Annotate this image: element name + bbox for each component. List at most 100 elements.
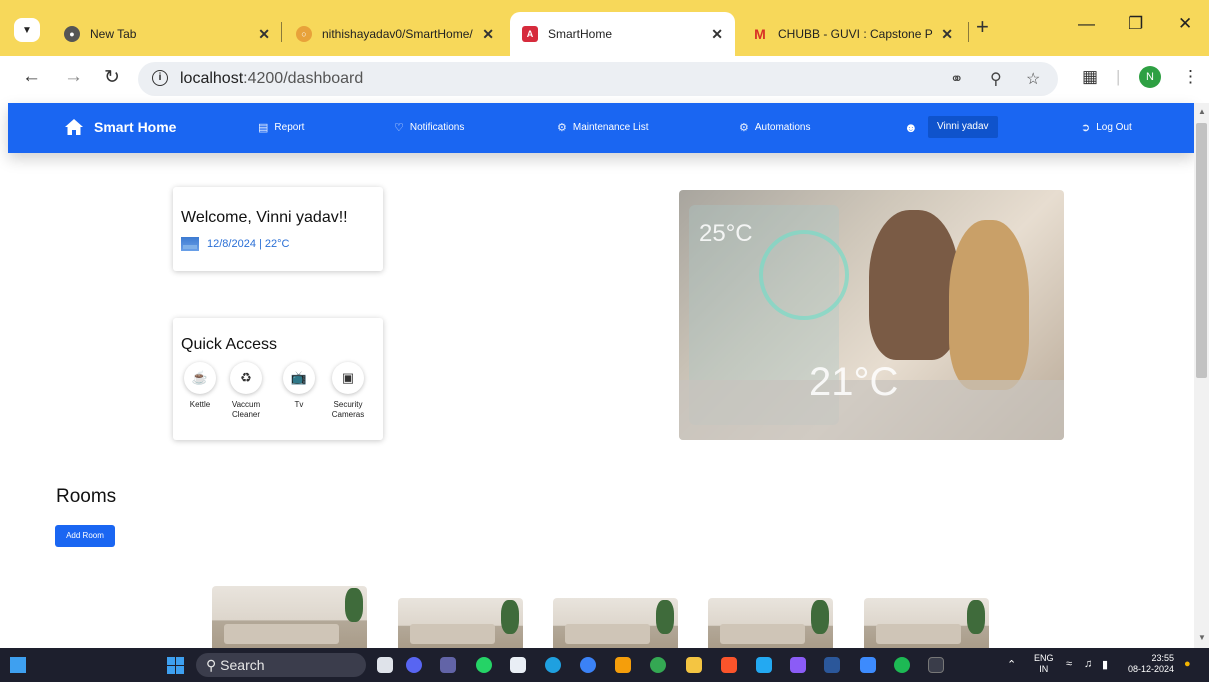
back-icon[interactable]: ← (22, 66, 41, 88)
tab-separator (281, 22, 282, 42)
logout-icon: ➲ (1081, 122, 1091, 134)
nav-maintenance[interactable]: ⚙ Maintenance List (557, 121, 648, 134)
tab-search-button[interactable]: ▼ (14, 18, 40, 42)
room-card[interactable] (398, 598, 523, 648)
quick-access-kettle[interactable]: ☕ Kettle (175, 362, 225, 410)
kettle-icon[interactable]: ☕ (184, 362, 216, 394)
chevron-down-icon: ▼ (22, 24, 32, 36)
nav-report[interactable]: ▤ Report (258, 121, 304, 134)
vscode-icon[interactable] (756, 657, 772, 673)
photos-icon[interactable] (860, 657, 876, 673)
nav-notifications-label: Notifications (409, 122, 465, 133)
colorful-app-icon[interactable] (615, 657, 631, 673)
windows-start-icon[interactable] (167, 657, 184, 674)
copilot-icon[interactable] (580, 657, 596, 673)
tab-new-tab[interactable]: ● New Tab ✕ (52, 12, 282, 56)
brave-icon[interactable] (721, 657, 737, 673)
close-tab-icon[interactable]: ✕ (258, 26, 270, 43)
quick-access-tv[interactable]: 📺 Tv (274, 362, 324, 410)
quick-access-cameras[interactable]: ▣ Security Cameras (323, 362, 373, 420)
wifi-icon[interactable]: ≈ (1066, 658, 1072, 670)
visual-studio-icon[interactable] (790, 657, 806, 673)
file-explorer-icon[interactable] (686, 657, 702, 673)
browser-tab-strip: ▼ ● New Tab ✕ ○ nithishayadav0/SmartHome… (0, 0, 1209, 56)
tv-icon[interactable]: 📺 (283, 362, 315, 394)
plant-image (501, 600, 519, 634)
discord-icon[interactable] (406, 657, 422, 673)
quick-access-card: Quick Access ☕ Kettle ♻ Vaccum Cleaner 📺… (173, 318, 383, 440)
nav-notifications[interactable]: ♡ Notifications (394, 121, 464, 134)
terminal-icon[interactable] (928, 657, 944, 673)
address-bar[interactable]: i localhost:4200/dashboard ⚭ ⚲ ☆ (138, 62, 1058, 96)
plant-image (811, 600, 829, 634)
password-key-icon[interactable]: ⚭ (950, 69, 963, 89)
language-indicator[interactable]: ENG IN (1034, 653, 1054, 675)
widgets-icon[interactable] (10, 657, 26, 673)
spotify-icon[interactable] (894, 657, 910, 673)
chrome-icon[interactable] (650, 657, 666, 673)
room-card[interactable] (553, 598, 678, 648)
close-window-icon[interactable]: ✕ (1178, 14, 1192, 34)
chrome-icon: ● (64, 26, 80, 42)
close-tab-icon[interactable]: ✕ (711, 26, 723, 43)
word-icon[interactable] (824, 657, 840, 673)
battery-icon[interactable]: ▮ (1102, 658, 1108, 671)
clock[interactable]: 23:55 08-12-2024 (1128, 653, 1174, 675)
tab-github[interactable]: ○ nithishayadav0/SmartHome/ ✕ (284, 12, 506, 56)
wrench-icon: ⚙ (557, 122, 567, 134)
reload-icon[interactable]: ↻ (104, 66, 120, 89)
page-scrollbar[interactable]: ▲ ▼ (1194, 103, 1209, 648)
close-tab-icon[interactable]: ✕ (482, 26, 494, 43)
scroll-thumb[interactable] (1196, 123, 1207, 378)
edge-icon[interactable] (545, 657, 561, 673)
hero-thermostat-dial (759, 230, 849, 320)
new-tab-button[interactable]: + (976, 14, 989, 40)
bell-icon: ♡ (394, 122, 404, 134)
room-card[interactable] (212, 586, 367, 648)
volume-icon[interactable]: ♫ (1084, 658, 1092, 670)
url-text[interactable]: localhost:4200/dashboard (180, 70, 363, 88)
nav-automations[interactable]: ⚙ Automations (739, 121, 810, 134)
vacuum-icon[interactable]: ♻ (230, 362, 262, 394)
bookmark-star-icon[interactable]: ☆ (1026, 69, 1040, 89)
couch-image (224, 624, 339, 644)
whatsapp-icon[interactable] (476, 657, 492, 673)
site-info-icon[interactable]: i (152, 70, 168, 86)
minimize-icon[interactable]: — (1078, 14, 1095, 34)
brand[interactable]: Smart Home (64, 118, 176, 136)
welcome-title: Welcome, Vinni yadav!! (181, 209, 348, 226)
camera-icon[interactable]: ▣ (332, 362, 364, 394)
store-icon[interactable] (510, 657, 526, 673)
couch-image (876, 624, 961, 644)
menu-kebab-icon[interactable]: ⋮ (1182, 67, 1199, 87)
tab-smarthome[interactable]: A SmartHome ✕ (510, 12, 735, 56)
scroll-up-icon[interactable]: ▲ (1198, 107, 1206, 116)
user-name-button[interactable]: Vinni yadav (928, 116, 998, 138)
zoom-icon[interactable]: ⚲ (990, 69, 1002, 89)
forward-icon[interactable]: → (64, 66, 83, 88)
github-icon: ○ (296, 26, 312, 42)
chevron-up-icon[interactable]: ⌃ (1007, 658, 1016, 671)
room-card[interactable] (708, 598, 833, 648)
taskbar-search[interactable]: ⚲ Search (196, 653, 366, 677)
room-card[interactable] (864, 598, 989, 648)
notification-bell-icon[interactable]: ● (1184, 658, 1191, 670)
user-icon: ☻ (904, 120, 918, 135)
teams-icon[interactable] (440, 657, 456, 673)
quick-access-vacuum[interactable]: ♻ Vaccum Cleaner (221, 362, 271, 420)
task-view-icon[interactable] (377, 657, 393, 673)
hero-small-temp: 25°C (699, 220, 753, 247)
nav-logout[interactable]: ➲ Log Out (1081, 121, 1132, 134)
home-icon (64, 118, 84, 136)
add-room-button[interactable]: Add Room (55, 525, 115, 547)
couch-image (410, 624, 495, 644)
browser-toolbar: ← → ↻ i localhost:4200/dashboard ⚭ ⚲ ☆ ▦… (0, 56, 1209, 102)
tab-gmail[interactable]: M CHUBB - GUVI : Capstone Pr ✕ (740, 12, 965, 56)
gmail-icon: M (754, 26, 766, 42)
profile-avatar[interactable]: N (1139, 66, 1161, 88)
extensions-icon[interactable]: ▦ (1082, 67, 1098, 87)
close-tab-icon[interactable]: ✕ (941, 26, 953, 43)
scroll-down-icon[interactable]: ▼ (1198, 633, 1206, 642)
restore-icon[interactable]: ❐ (1128, 14, 1143, 34)
hero-person-man (869, 210, 959, 360)
